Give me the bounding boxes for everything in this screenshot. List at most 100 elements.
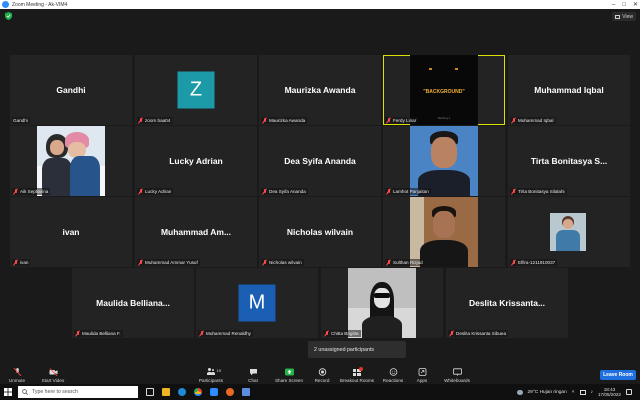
mic-muted-icon — [262, 259, 267, 266]
apps-button[interactable]: Apps — [414, 360, 430, 384]
app-icon[interactable] — [242, 388, 250, 396]
participant-name: Nicholas wilvain — [269, 260, 302, 265]
participant-display-name: Dea Syifa Ananda — [284, 156, 356, 166]
reactions-button[interactable]: Reactions — [381, 360, 405, 384]
participant-display-name: Lucky Adrian — [169, 156, 223, 166]
share-screen-icon — [284, 368, 294, 376]
participant-name-label: Muhammad Iqbal — [510, 117, 556, 124]
participant-tile[interactable]: M Muhammad Renaldhy — [196, 268, 318, 338]
weather-text[interactable]: 29°C Hujan ringan — [528, 390, 567, 395]
participant-tile[interactable]: Maulida Belliana... Maulida Belliana F. — [72, 268, 194, 338]
participant-name: Gandhi — [13, 118, 28, 123]
network-icon[interactable] — [579, 389, 586, 395]
whiteboard-icon — [452, 368, 462, 376]
leave-room-button[interactable]: Leave Room — [600, 370, 636, 380]
participant-tile[interactable]: Sulthan Rizjad — [383, 197, 505, 267]
apps-label: Apps — [416, 378, 428, 383]
participant-tile[interactable]: ivan ivan — [10, 197, 132, 267]
security-shield-icon[interactable] — [5, 12, 12, 20]
participant-tile[interactable]: Nicholas wilvain Nicholas wilvain — [259, 197, 381, 267]
record-icon — [318, 368, 326, 376]
video-light-dot — [429, 68, 432, 70]
participant-tile[interactable]: Dea Syifa Ananda Dea Syifa Ananda — [259, 126, 381, 196]
participant-tile[interactable]: Aik Septiarina — [10, 126, 132, 196]
mic-muted-icon — [511, 117, 516, 124]
participant-name: Aik Septiarina — [20, 189, 49, 194]
participant-tile[interactable]: Chitta Brigitta — [321, 268, 443, 338]
participant-name-label: zoom baa04 — [137, 117, 173, 124]
minimize-icon[interactable]: – — [612, 2, 615, 8]
chevron-up-icon[interactable]: ˄ — [572, 390, 575, 395]
participant-name: Muhammad Renaldhy — [206, 331, 251, 336]
participant-name-label: Lamhot Panjaitan — [385, 188, 431, 195]
participant-tile[interactable]: Muhammad Am... Muhammad Ammar Yusuf — [135, 197, 257, 267]
mic-muted-icon — [386, 188, 391, 195]
meeting-controls: Unmute Start Video 19 Participants Chat … — [0, 360, 640, 384]
participant-name-label: Aik Septiarina — [12, 188, 51, 195]
unmute-button[interactable]: Unmute — [6, 360, 28, 384]
taskbar-clock[interactable]: 18:43 17/05/2022 — [598, 387, 621, 398]
video-face — [433, 211, 455, 238]
participant-name: Elfira-1211910037 — [518, 260, 556, 265]
participant-tile[interactable]: Elfira-1211910037 — [508, 197, 630, 267]
participant-tile[interactable]: Gandhi Gandhi — [10, 55, 132, 125]
edge-browser-icon[interactable] — [178, 388, 186, 396]
participant-name: Lamhot Panjaitan — [393, 189, 429, 194]
view-button[interactable]: View — [612, 12, 636, 21]
close-icon[interactable]: ✕ — [633, 1, 638, 8]
mic-muted-icon — [386, 117, 391, 124]
record-button[interactable]: Record — [312, 360, 332, 384]
weather-icon — [516, 389, 523, 395]
file-explorer-icon[interactable] — [162, 388, 170, 396]
participant-tile[interactable]: Z zoom baa04 — [135, 55, 257, 125]
start-video-label: Start Video — [41, 378, 65, 383]
participant-name-label: Chitta Brigitta — [323, 330, 361, 337]
unassigned-text: 2 unassigned participants — [314, 346, 375, 353]
participant-video — [37, 126, 105, 196]
chat-button[interactable]: Chat — [244, 360, 262, 384]
participant-display-name: Muhammad Iqbal — [534, 85, 604, 95]
reactions-label: Reactions — [382, 378, 404, 383]
app-icon[interactable] — [226, 388, 234, 396]
active-speaker-tile[interactable]: "BACKGROUND" Bandung 2 Ferdy Linar — [383, 55, 505, 125]
participant-name: Tirta Bonitasya Silalahi — [518, 189, 565, 194]
taskbar-search-input[interactable]: Type here to search — [18, 386, 138, 398]
maximize-icon[interactable]: □ — [622, 2, 626, 8]
windows-logo-icon — [4, 388, 12, 396]
whiteboards-button[interactable]: Whiteboards — [442, 360, 472, 384]
participants-icon: 19 — [206, 368, 221, 376]
participant-tile[interactable]: Lucky Adrian Lucky Adrian — [135, 126, 257, 196]
participant-name-label: Ferdy Linar — [385, 117, 419, 124]
unassigned-participants-notice[interactable]: 2 unassigned participants — [308, 341, 406, 358]
share-screen-button[interactable]: Share Screen — [274, 360, 304, 384]
zoom-app-icon[interactable] — [210, 388, 218, 396]
windows-start-button[interactable] — [0, 384, 16, 400]
participant-tile[interactable]: Tirta Bonitasya S... Tirta Bonitasya Sil… — [508, 126, 630, 196]
chrome-browser-icon[interactable] — [194, 388, 202, 396]
breakout-rooms-icon — [352, 367, 363, 376]
mic-muted-icon — [75, 330, 80, 337]
meeting-top-strip — [0, 9, 640, 23]
participant-display-name: Muhammad Am... — [160, 227, 232, 237]
mic-muted-icon — [262, 188, 267, 195]
volume-icon[interactable]: ♪ — [591, 390, 593, 395]
start-video-button[interactable]: Start Video — [40, 360, 66, 384]
participant-video — [348, 268, 416, 338]
mic-muted-icon — [324, 330, 329, 337]
participants-button[interactable]: 19 Participants — [198, 360, 224, 384]
view-label: View — [622, 13, 633, 20]
notifications-icon[interactable] — [626, 389, 632, 395]
zoom-window: Zoom Meeting - Ak-VIM4 – □ ✕ View Gandhi… — [0, 0, 640, 400]
whiteboards-label: Whiteboards — [444, 378, 470, 383]
participant-tile[interactable]: Lamhot Panjaitan — [383, 126, 505, 196]
participant-tile[interactable]: Maurizka Awanda Maurizka Awanda — [259, 55, 381, 125]
breakout-rooms-button[interactable]: Breakout Rooms — [339, 360, 375, 384]
video-camera-off-icon — [49, 368, 57, 376]
video-face — [431, 137, 457, 168]
participant-tile[interactable]: Muhammad Iqbal Muhammad Iqbal — [508, 55, 630, 125]
mic-muted-icon — [138, 117, 143, 124]
mic-muted-icon — [138, 188, 143, 195]
task-view-icon[interactable] — [146, 388, 154, 396]
participant-name-label: ivan — [12, 259, 31, 266]
participant-tile[interactable]: Deslita Krissanta... Deslita Krissanta S… — [446, 268, 568, 338]
